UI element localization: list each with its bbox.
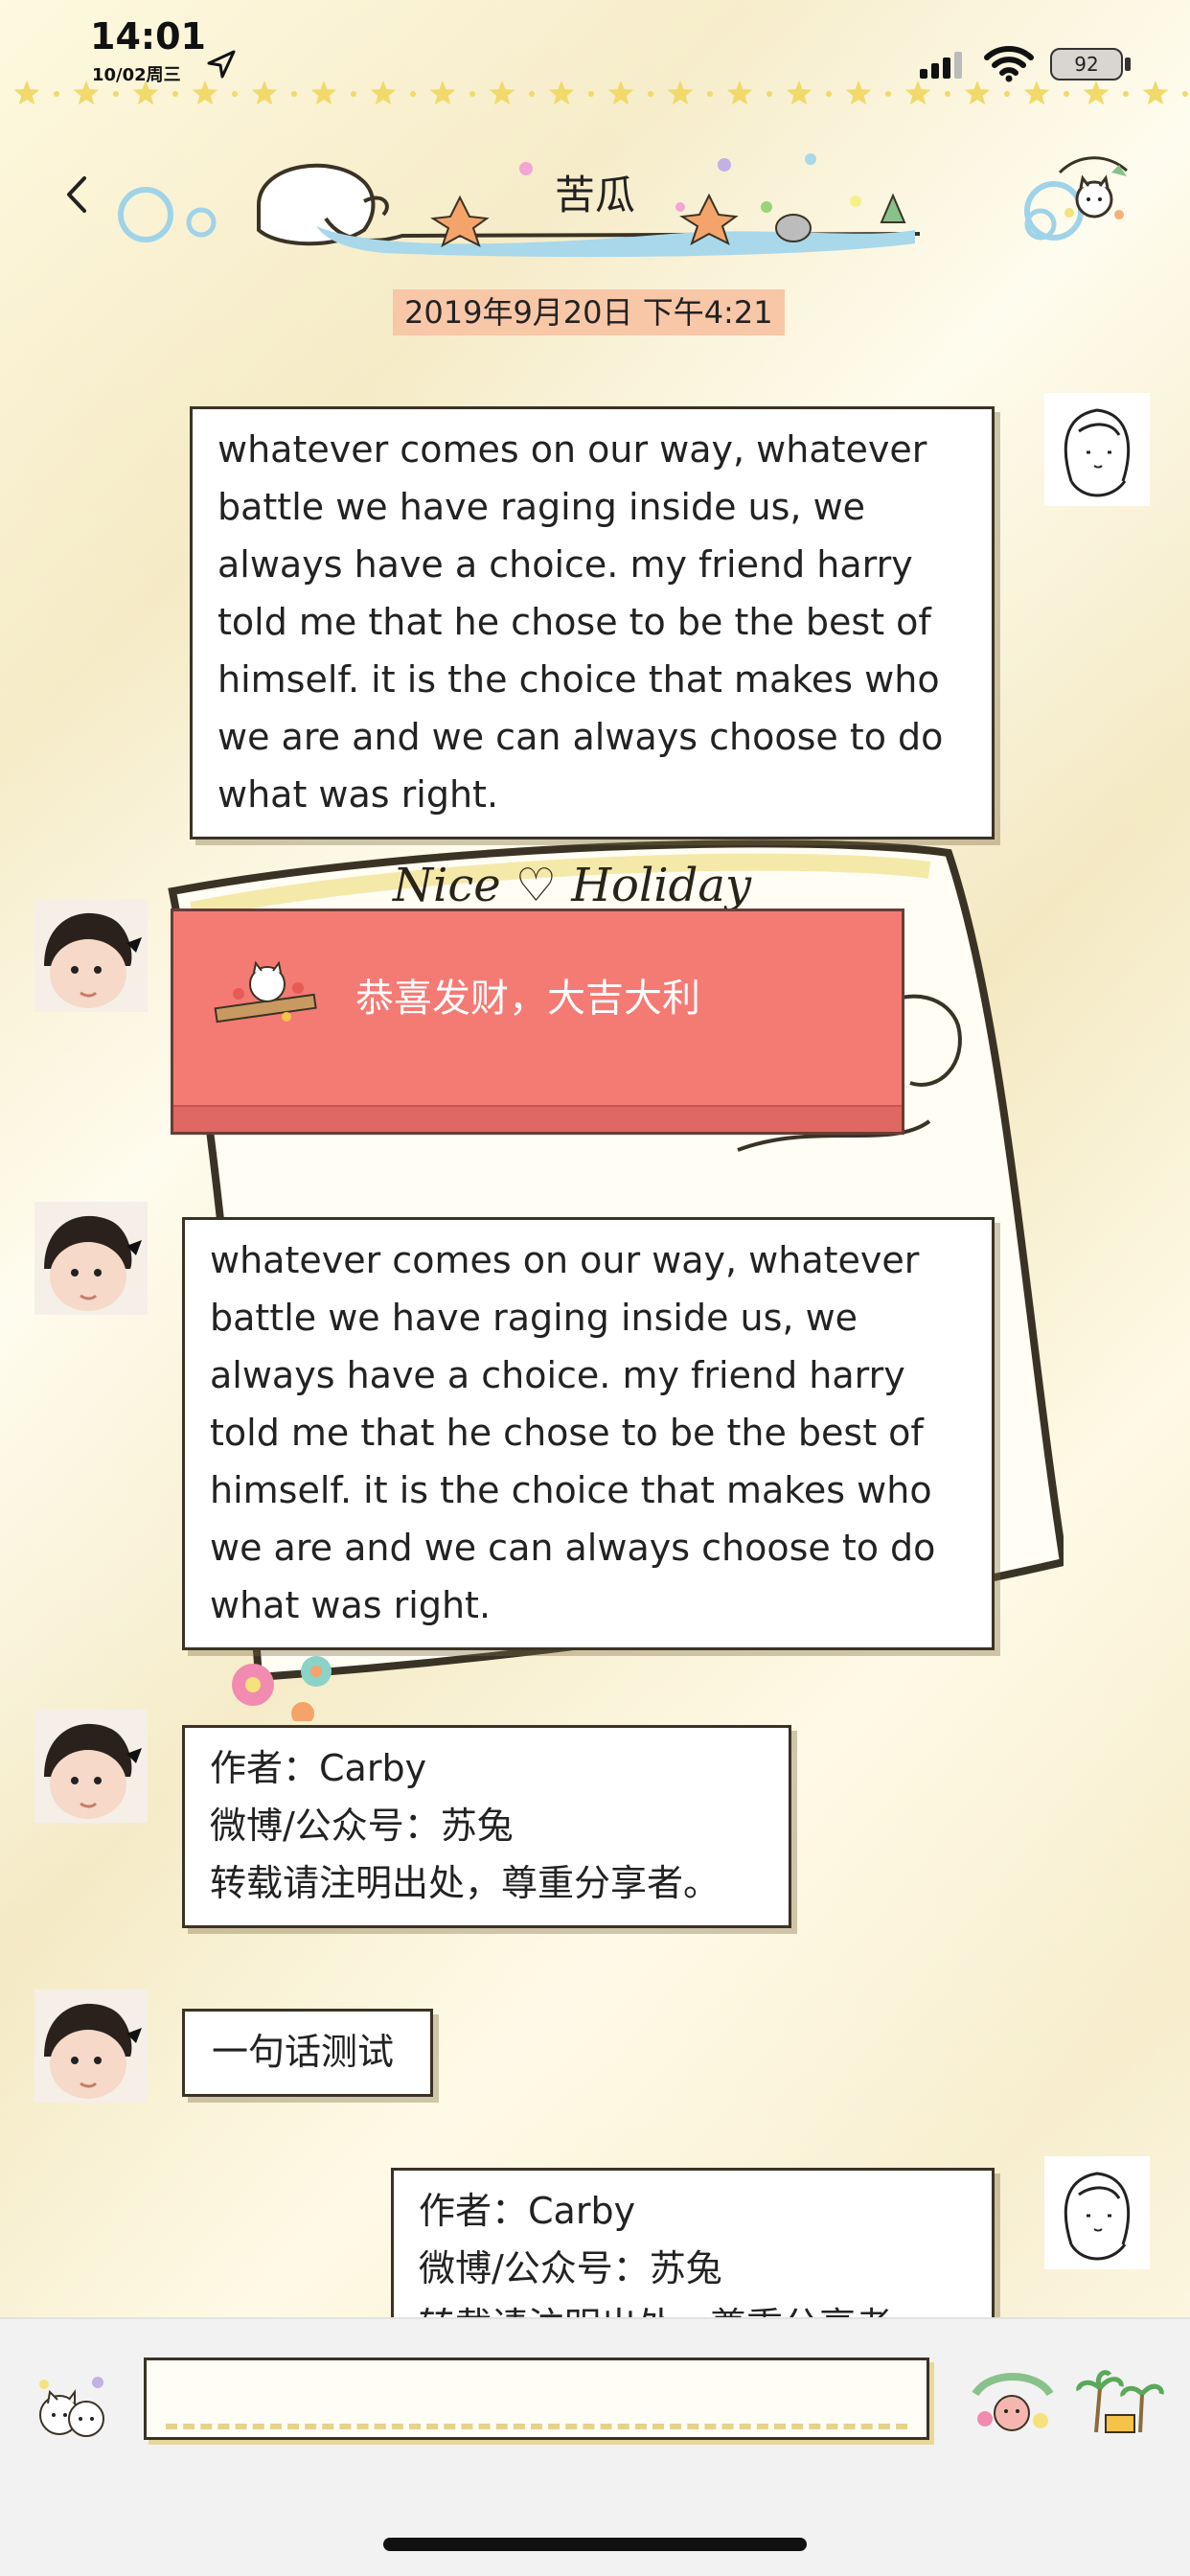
message-text: whatever comes on our way, whatever batt…: [217, 428, 944, 816]
input-dash-decoration: [166, 2424, 907, 2429]
baby-avatar[interactable]: [34, 1990, 148, 2103]
message-bubble-left[interactable]: 一句话测试: [182, 2009, 433, 2097]
navigation-bar: 苦瓜: [0, 134, 1190, 268]
message-timestamp: 2019年9月20日 下午4:21: [393, 289, 785, 335]
status-time: 14:01: [90, 15, 206, 58]
holiday-note-text: Nice ♡ Holiday: [392, 859, 752, 912]
baby-avatar[interactable]: [34, 899, 148, 1012]
message-bubble-left[interactable]: whatever comes on our way, whatever batt…: [182, 1217, 995, 1650]
red-packet-message[interactable]: 恭喜发财，大吉大利: [171, 908, 904, 1135]
location-arrow-icon: [207, 50, 236, 79]
cellular-signal-icon: [920, 52, 962, 79]
baby-avatar[interactable]: [34, 1202, 148, 1315]
author-line: 作者：Carby: [210, 1747, 427, 1789]
palm-tree-sticker-icon[interactable]: [1073, 2365, 1165, 2440]
red-packet-text: 恭喜发财，大吉大利: [355, 977, 700, 1021]
repost-note-line: 转载请注明出处，尊重分享者。: [210, 1862, 721, 1904]
weibo-line: 微博/公众号：苏兔: [419, 2247, 722, 2289]
message-input-field[interactable]: [144, 2358, 929, 2440]
battery-indicator: 92: [1050, 48, 1123, 80]
chat-title: 苦瓜: [554, 172, 635, 218]
star-border-decoration: [13, 80, 1188, 105]
weibo-line: 微博/公众号：苏兔: [210, 1805, 514, 1847]
girl-avatar[interactable]: [1044, 393, 1150, 506]
home-indicator[interactable]: [383, 2538, 807, 2551]
flower-decoration: [232, 1656, 332, 1721]
cat-friends-sticker-icon[interactable]: [31, 2369, 113, 2446]
input-bar: [0, 2317, 1190, 2576]
cat-sticker-icon[interactable]: [1050, 153, 1136, 230]
message-text: whatever comes on our way, whatever batt…: [210, 1239, 936, 1626]
message-text: 一句话测试: [212, 2031, 395, 2073]
party-sticker-icon[interactable]: [970, 2365, 1056, 2440]
red-packet-footer: [173, 1105, 902, 1132]
battery-tip: [1125, 58, 1131, 71]
author-line: 作者：Carby: [419, 2190, 636, 2232]
message-bubble-right[interactable]: whatever comes on our way, whatever batt…: [190, 406, 995, 840]
chat-screen: 14:01 10/02周三 92 苦瓜 2019年9月20日 下午4:21 Ni…: [0, 0, 1190, 2576]
lucky-cat-sticker-icon: [214, 960, 317, 1024]
back-chevron-icon[interactable]: [59, 171, 94, 218]
message-bubble-left[interactable]: 作者：Carby 微博/公众号：苏兔 转载请注明出处，尊重分享者。: [182, 1725, 791, 1928]
status-bar: 14:01 10/02周三 92: [0, 0, 1190, 86]
girl-avatar[interactable]: [1044, 2156, 1150, 2269]
baby-avatar[interactable]: [34, 1710, 148, 1823]
